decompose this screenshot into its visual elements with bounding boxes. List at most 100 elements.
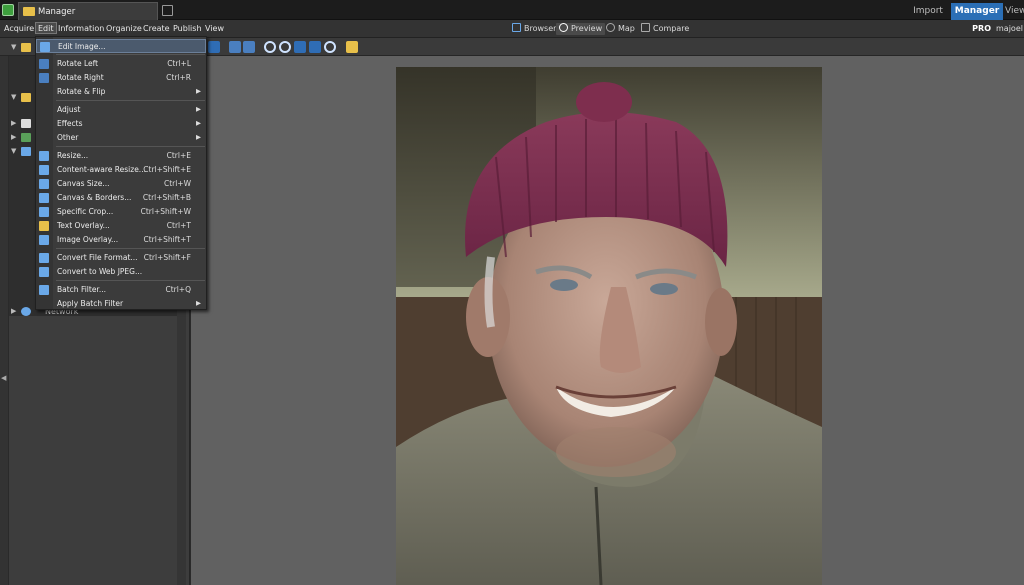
menu-item-shortcut: Ctrl+W: [163, 179, 191, 188]
menu-item-shortcut: Ctrl+E: [166, 151, 191, 160]
app-icon[interactable]: [2, 4, 14, 16]
menu-item-effects[interactable]: Effects ▶: [36, 117, 206, 131]
menu-item-shortcut: Ctrl+L: [167, 59, 191, 68]
menu-item-other[interactable]: Other ▶: [36, 131, 206, 145]
panel-collapse-strip[interactable]: ◀: [0, 56, 9, 585]
title-bar: Manager Import Manager View: [0, 0, 1024, 20]
menu-item-edit-image[interactable]: Edit Image...: [36, 39, 206, 53]
menu-separator: [56, 100, 205, 101]
menu-create[interactable]: Create: [143, 23, 170, 35]
menu-item-label: Adjust: [57, 105, 81, 114]
menu-item-label: Specific Crop...: [57, 207, 114, 216]
menu-separator: [56, 280, 205, 281]
view-map-button[interactable]: Map: [606, 23, 635, 35]
menu-item-rotate-right[interactable]: Rotate Right Ctrl+R: [36, 71, 206, 85]
menu-item-canvas-size[interactable]: Canvas Size... Ctrl+W: [36, 177, 206, 191]
folder-icon: [23, 7, 35, 16]
convert-format-icon: [39, 253, 49, 263]
web-jpeg-icon: [39, 267, 49, 277]
edition-badge: PRO: [972, 24, 991, 33]
zoom-in-icon[interactable]: [264, 41, 276, 53]
slideshow-icon[interactable]: [346, 41, 358, 53]
menu-item-label: Other: [57, 133, 79, 142]
menu-separator: [56, 248, 205, 249]
menu-item-label: Convert File Format...: [57, 253, 138, 262]
menu-separator: [56, 146, 205, 147]
menu-item-image-overlay[interactable]: Image Overlay... Ctrl+Shift+T: [36, 233, 206, 247]
menu-item-label: Image Overlay...: [57, 235, 119, 244]
menu-item-text-overlay[interactable]: Text Overlay... Ctrl+T: [36, 219, 206, 233]
menu-item-batch-filter[interactable]: Batch Filter... Ctrl+Q: [36, 283, 206, 297]
tab-manager[interactable]: Manager: [951, 3, 1003, 20]
zoom-menu-icon[interactable]: [324, 41, 336, 53]
menu-item-label: Canvas Size...: [57, 179, 110, 188]
menu-item-apply-batch-filter[interactable]: Apply Batch Filter ▶: [36, 297, 206, 311]
chevron-right-icon: ▶: [196, 87, 201, 95]
menu-item-shortcut: Ctrl+Shift+E: [143, 165, 191, 174]
menu-item-convert-file-format[interactable]: Convert File Format... Ctrl+Shift+F: [36, 251, 206, 265]
menu-item-shortcut: Ctrl+Shift+F: [143, 253, 191, 262]
new-tab-icon[interactable]: [162, 5, 173, 16]
menu-item-label: Edit Image...: [58, 42, 106, 51]
chevron-right-icon: ▶: [196, 119, 201, 127]
crop-icon: [39, 207, 49, 217]
user-name[interactable]: majoel: [996, 24, 1024, 33]
chevron-right-icon: ▶: [196, 105, 201, 113]
compare-icon: [641, 23, 650, 32]
actual-size-icon[interactable]: [294, 41, 306, 53]
menu-item-label: Resize...: [57, 151, 89, 160]
tab-import[interactable]: Import: [905, 3, 951, 20]
menu-item-label: Canvas & Borders...: [57, 193, 132, 202]
computer-icon: [21, 147, 31, 156]
view-preview-button[interactable]: Preview: [556, 23, 606, 35]
menu-organize[interactable]: Organize: [106, 23, 142, 35]
menu-item-rotate-flip[interactable]: Rotate & Flip ▶: [36, 85, 206, 99]
folder-icon: [21, 43, 31, 52]
folder-icon: [21, 93, 31, 102]
view-compare-button[interactable]: Compare: [641, 23, 689, 35]
content-aware-resize-icon: [39, 165, 49, 175]
edit-image-icon: [40, 42, 50, 52]
preview-area[interactable]: [191, 56, 1024, 585]
resize-icon: [39, 151, 49, 161]
canvas-size-icon: [39, 179, 49, 189]
rotate-right-icon: [39, 73, 49, 83]
tab-view[interactable]: View: [1005, 3, 1024, 20]
menu-publish[interactable]: Publish: [173, 23, 202, 35]
calendar-icon: [21, 119, 31, 128]
image-overlay-icon: [39, 235, 49, 245]
menu-item-label: Effects: [57, 119, 83, 128]
menu-information[interactable]: Information: [58, 23, 104, 35]
zoom-out-icon[interactable]: [279, 41, 291, 53]
view-browser-button[interactable]: Browser: [512, 23, 556, 35]
browser-icon: [512, 23, 521, 32]
menu-item-shortcut: Ctrl+Shift+T: [143, 235, 191, 244]
chevron-right-icon: ▶: [196, 133, 201, 141]
rotate-left-icon: [39, 59, 49, 69]
document-tab[interactable]: Manager: [18, 2, 158, 20]
menu-item-rotate-left[interactable]: Rotate Left Ctrl+L: [36, 57, 206, 71]
preview-photo[interactable]: [396, 67, 822, 585]
menu-item-content-aware-resize[interactable]: Content-aware Resize... Ctrl+Shift+E: [36, 163, 206, 177]
menu-item-label: Rotate Left: [57, 59, 99, 68]
fit-to-window-icon[interactable]: [309, 41, 321, 53]
menu-item-shortcut: Ctrl+Q: [165, 285, 191, 294]
menu-item-canvas-borders[interactable]: Canvas & Borders... Ctrl+Shift+B: [36, 191, 206, 205]
rotate-icon[interactable]: [229, 41, 241, 53]
menu-separator: [56, 54, 205, 55]
menu-item-resize[interactable]: Resize... Ctrl+E: [36, 149, 206, 163]
chevron-right-icon: ▶: [196, 299, 201, 307]
menu-acquire[interactable]: Acquire: [4, 23, 34, 35]
menu-item-label: Apply Batch Filter: [57, 299, 124, 308]
menu-view[interactable]: View: [205, 23, 224, 35]
menu-edit[interactable]: Edit: [35, 22, 57, 34]
network-icon: [21, 307, 31, 316]
menu-item-convert-to-web-jpeg[interactable]: Convert to Web JPEG...: [36, 265, 206, 279]
menu-item-adjust[interactable]: Adjust ▶: [36, 103, 206, 117]
flip-icon[interactable]: [243, 41, 255, 53]
menu-item-shortcut: Ctrl+Shift+W: [140, 207, 191, 216]
chevron-left-icon: ◀: [1, 374, 7, 382]
minus-icon[interactable]: [208, 41, 220, 53]
menu-item-shortcut: Ctrl+R: [166, 73, 191, 82]
menu-item-specific-crop[interactable]: Specific Crop... Ctrl+Shift+W: [36, 205, 206, 219]
